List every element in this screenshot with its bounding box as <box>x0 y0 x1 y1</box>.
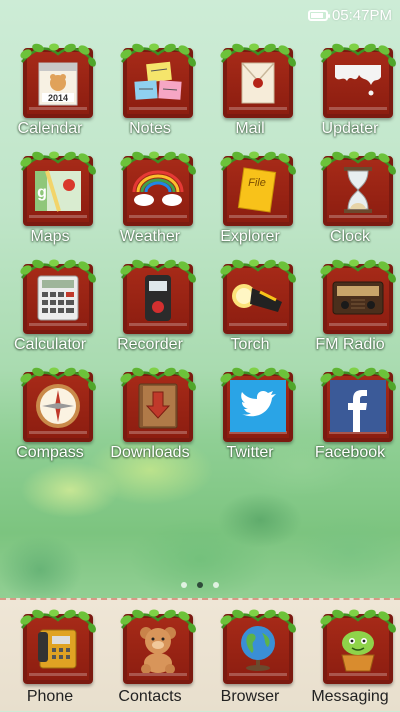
app-updater[interactable]: Updater <box>300 40 400 148</box>
svg-text:File: File <box>248 177 266 189</box>
twitter-icon <box>230 380 286 432</box>
app-facebook[interactable]: Facebook <box>300 364 400 472</box>
page-dot[interactable] <box>181 582 187 588</box>
app-fm-radio[interactable]: FM Radio <box>300 256 400 364</box>
dock-messaging[interactable]: Messaging <box>300 604 400 712</box>
app-recorder[interactable]: Recorder <box>100 256 200 364</box>
radio-icon <box>330 272 386 324</box>
app-label: Maps <box>30 228 70 245</box>
calendar-icon: 2014 <box>30 56 86 108</box>
app-label: Browser <box>220 688 280 705</box>
app-label: Explorer <box>220 228 280 245</box>
dock-contacts[interactable]: Contacts <box>100 604 200 712</box>
globe-icon <box>230 622 286 674</box>
app-label: Calculator <box>13 336 87 353</box>
explorer-icon: File <box>230 164 286 216</box>
app-label: Downloads <box>110 444 190 461</box>
app-label: Clock <box>329 228 370 245</box>
dock-browser[interactable]: Browser <box>200 604 300 712</box>
app-clock[interactable]: Clock <box>300 148 400 256</box>
app-label: Facebook <box>314 444 386 461</box>
status-bar: 05:47PM <box>0 0 400 30</box>
calculator-icon <box>30 272 86 324</box>
page-dot[interactable] <box>213 582 219 588</box>
app-twitter[interactable]: Twitter <box>200 364 300 472</box>
messaging-icon <box>330 622 386 674</box>
app-label: Updater <box>321 120 379 137</box>
app-weather[interactable]: Weather <box>100 148 200 256</box>
facebook-icon <box>330 380 386 432</box>
battery-icon <box>307 9 330 21</box>
phone-icon <box>30 622 86 674</box>
app-mail[interactable]: Mail <box>200 40 300 148</box>
app-grid: 2014 Calendar Notes Mail Updater g Maps … <box>0 40 400 472</box>
app-label: Notes <box>129 120 171 137</box>
app-label: Twitter <box>226 444 274 461</box>
page-indicator <box>0 582 400 588</box>
compass-icon <box>30 380 86 432</box>
maps-icon: g <box>30 164 86 216</box>
app-calendar[interactable]: 2014 Calendar <box>0 40 100 148</box>
hourglass-icon <box>330 164 386 216</box>
svg-text:2014: 2014 <box>48 93 68 103</box>
dock: Phone Contacts Browser Messaging <box>0 598 400 711</box>
app-label: FM Radio <box>315 336 385 353</box>
mail-icon <box>230 56 286 108</box>
app-maps[interactable]: g Maps <box>0 148 100 256</box>
app-label: Torch <box>230 336 270 353</box>
downloads-icon <box>130 380 186 432</box>
svg-text:g: g <box>37 184 47 201</box>
updater-icon <box>330 56 386 108</box>
page-dot-active[interactable] <box>197 582 203 588</box>
app-label: Messaging <box>311 688 389 705</box>
app-label: Contacts <box>118 688 182 705</box>
app-label: Weather <box>119 228 181 245</box>
torch-icon <box>230 272 286 324</box>
notes-icon <box>130 56 186 108</box>
app-label: Compass <box>16 444 84 461</box>
status-time: 05:47PM <box>331 6 392 24</box>
app-compass[interactable]: Compass <box>0 364 100 472</box>
app-label: Calendar <box>17 120 83 137</box>
app-downloads[interactable]: Downloads <box>100 364 200 472</box>
recorder-icon <box>130 272 186 324</box>
weather-icon <box>130 164 186 216</box>
teddy-bear-icon <box>130 622 186 674</box>
app-label: Phone <box>26 688 74 705</box>
app-notes[interactable]: Notes <box>100 40 200 148</box>
app-torch[interactable]: Torch <box>200 256 300 364</box>
app-explorer[interactable]: File Explorer <box>200 148 300 256</box>
app-label: Recorder <box>117 336 183 353</box>
dock-phone[interactable]: Phone <box>0 604 100 712</box>
app-calculator[interactable]: Calculator <box>0 256 100 364</box>
app-label: Mail <box>235 120 265 137</box>
